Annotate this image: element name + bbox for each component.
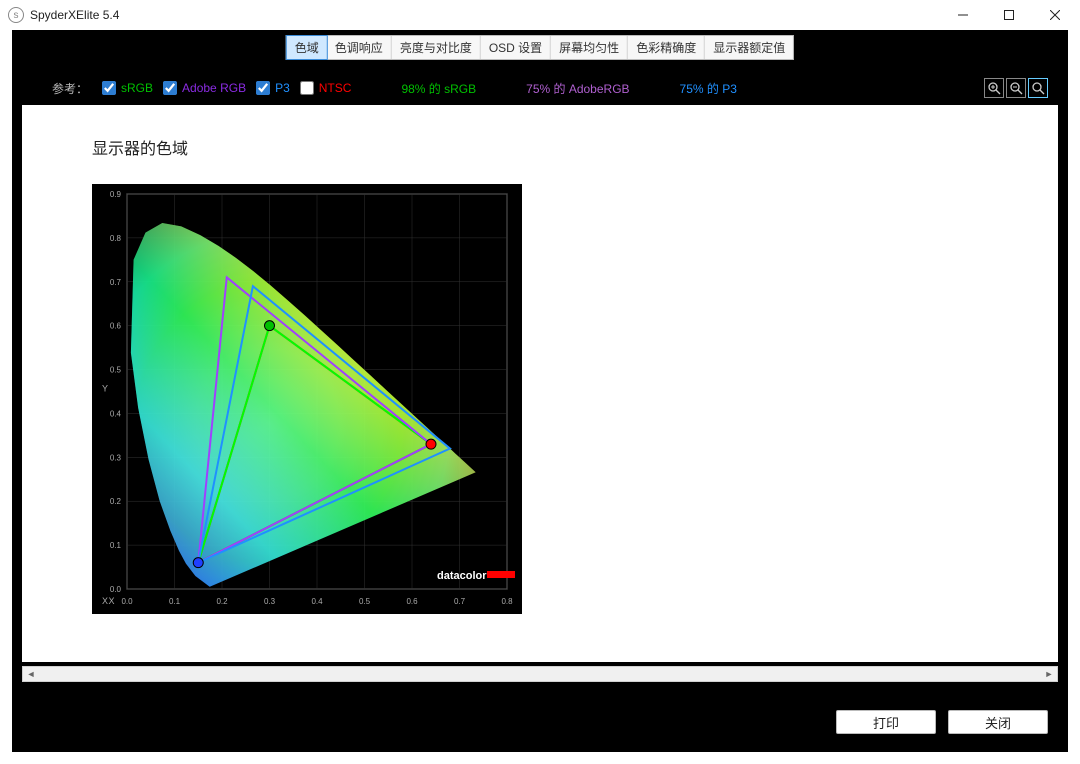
svg-text:0.0: 0.0 [110, 585, 122, 594]
svg-text:0.0: 0.0 [121, 597, 133, 606]
svg-text:0.2: 0.2 [110, 497, 122, 506]
tab-color-accuracy[interactable]: 色彩精确度 [628, 36, 705, 59]
svg-text:0.5: 0.5 [110, 366, 122, 375]
checkbox-srgb-label: sRGB [121, 81, 153, 95]
tab-monitor-rating[interactable]: 显示器额定值 [705, 36, 793, 59]
svg-text:0.7: 0.7 [110, 278, 122, 287]
cie-chromaticity-chart: 0.0 0.1 0.2 0.3 0.4 0.5 0.6 0.7 0.8 0.0 0.1 0.2 0.3 0… [92, 184, 522, 614]
tab-uniformity[interactable]: 屏幕均匀性 [551, 36, 628, 59]
display-srgb-value: 98% 的 sRGB [401, 80, 476, 97]
maximize-button[interactable] [986, 0, 1032, 30]
checkbox-adobergb-label: Adobe RGB [182, 81, 246, 95]
zoom-group [984, 78, 1048, 98]
svg-text:0.1: 0.1 [110, 541, 122, 550]
print-button[interactable]: 打印 [836, 710, 936, 734]
svg-text:0.2: 0.2 [216, 597, 228, 606]
app-body: 色域 色调响应 亮度与对比度 OSD 设置 屏幕均匀性 色彩精确度 显示器额定值… [12, 30, 1068, 752]
checkbox-adobergb-input[interactable] [163, 81, 177, 95]
scroll-left-arrow[interactable]: ◄ [23, 667, 39, 681]
content-panel: 显示器的色域 0.0 0.1 0.2 0.3 0.4 0.5 0.6 0.7 0.8 0.0 0.1… [22, 105, 1058, 662]
checkbox-adobergb[interactable]: Adobe RGB [163, 81, 246, 95]
horizontal-scrollbar[interactable]: ◄ ► [22, 666, 1058, 682]
checkbox-ntsc-label: NTSC [319, 81, 352, 95]
svg-text:0.4: 0.4 [110, 409, 122, 418]
svg-text:0.7: 0.7 [454, 597, 466, 606]
app-icon: s [8, 7, 24, 23]
tab-tone-response[interactable]: 色调响应 [327, 36, 392, 59]
close-button[interactable] [1032, 0, 1078, 30]
footer-buttons: 打印 关闭 [836, 710, 1048, 734]
tab-bar: 色域 色调响应 亮度与对比度 OSD 设置 屏幕均匀性 色彩精确度 显示器额定值 [286, 35, 794, 60]
close-dialog-button[interactable]: 关闭 [948, 710, 1048, 734]
svg-text:0.6: 0.6 [110, 322, 122, 331]
tab-brightness-contrast[interactable]: 亮度与对比度 [392, 36, 481, 59]
svg-text:0.3: 0.3 [110, 453, 122, 462]
svg-text:X: X [102, 596, 108, 606]
svg-text:0.8: 0.8 [110, 234, 122, 243]
window-title: SpyderXElite 5.4 [30, 8, 119, 22]
display-p3-value: 75% 的 P3 [680, 80, 737, 97]
svg-text:0.8: 0.8 [501, 597, 513, 606]
section-title: 显示器的色域 [92, 135, 988, 159]
svg-text:X: X [108, 596, 114, 606]
svg-text:0.3: 0.3 [264, 597, 276, 606]
title-bar: s SpyderXElite 5.4 [0, 0, 1080, 30]
svg-text:0.5: 0.5 [359, 597, 371, 606]
checkbox-ntsc[interactable]: NTSC [300, 81, 352, 95]
svg-text:Y: Y [102, 384, 108, 394]
svg-text:datacolor: datacolor [437, 570, 487, 582]
svg-text:0.9: 0.9 [110, 190, 122, 199]
svg-text:0.1: 0.1 [169, 597, 181, 606]
reference-label: 参考： [52, 80, 88, 97]
checkbox-srgb[interactable]: sRGB [102, 81, 153, 95]
reference-row: 参考： sRGB Adobe RGB P3 NTSC 98% 的 sRGB 75… [52, 78, 1048, 98]
checkbox-p3-label: P3 [275, 81, 290, 95]
checkbox-srgb-input[interactable] [102, 81, 116, 95]
zoom-in-button[interactable] [984, 78, 1004, 98]
minimize-button[interactable] [940, 0, 986, 30]
scroll-right-arrow[interactable]: ► [1041, 667, 1057, 681]
tab-osd-settings[interactable]: OSD 设置 [481, 36, 551, 59]
checkbox-p3[interactable]: P3 [256, 81, 290, 95]
tab-gamut[interactable]: 色域 [286, 35, 328, 60]
display-adobergb-value: 75% 的 AdobeRGB [526, 80, 629, 97]
svg-text:0.4: 0.4 [311, 597, 323, 606]
zoom-fit-button[interactable] [1028, 78, 1048, 98]
svg-text:0.6: 0.6 [406, 597, 418, 606]
checkbox-ntsc-input[interactable] [300, 81, 314, 95]
checkbox-p3-input[interactable] [256, 81, 270, 95]
zoom-out-button[interactable] [1006, 78, 1026, 98]
